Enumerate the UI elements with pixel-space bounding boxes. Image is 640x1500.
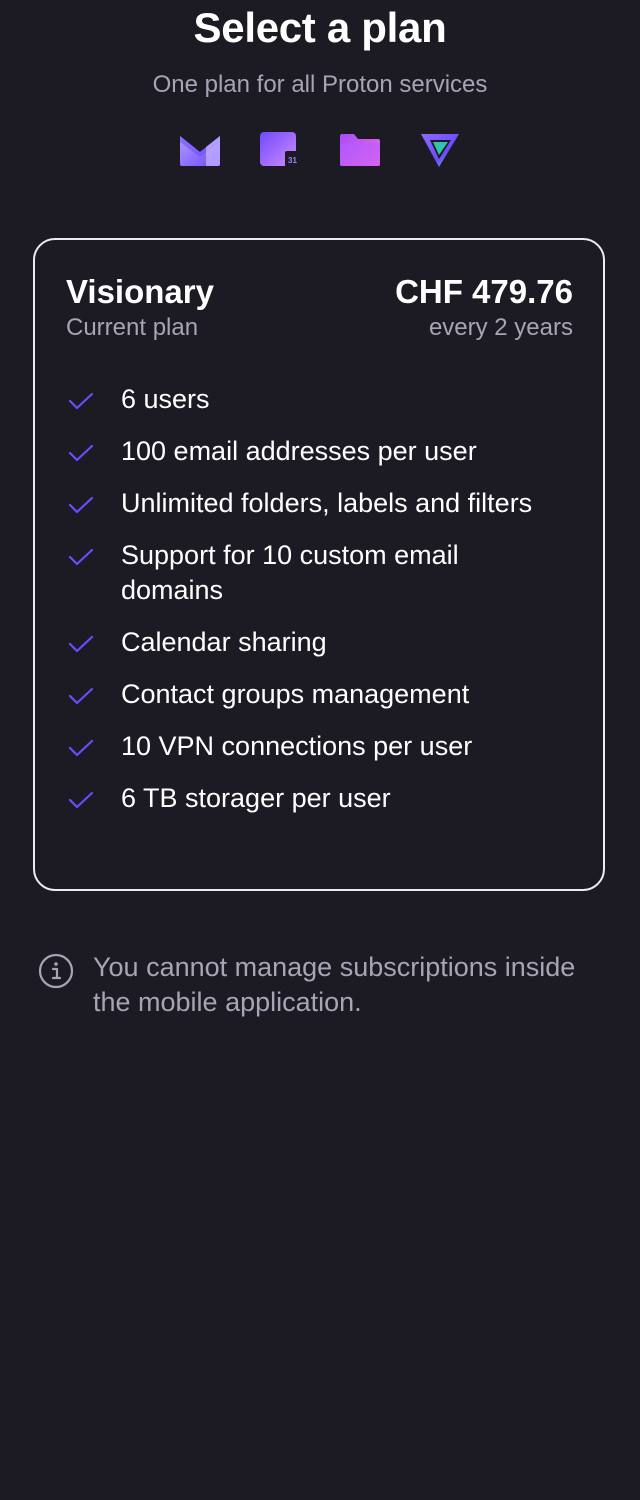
feature-list: 6 users 100 email addresses per user Unl…	[35, 382, 603, 833]
check-icon	[68, 791, 94, 809]
feature-label: Contact groups management	[121, 679, 470, 709]
feature-label: 10 VPN connections per user	[121, 731, 473, 761]
feature-item: Unlimited folders, labels and filters	[35, 486, 603, 521]
feature-label: 6 users	[121, 384, 210, 414]
feature-item: Support for 10 custom email domains	[35, 538, 603, 608]
feature-label: Support for 10 custom email domains	[121, 540, 459, 605]
plan-card[interactable]: Visionary Current plan CHF 479.76 every …	[33, 238, 605, 891]
feature-item: 6 TB storager per user	[35, 781, 603, 816]
feature-label: Calendar sharing	[121, 627, 327, 657]
check-icon	[68, 687, 94, 705]
proton-drive-icon	[340, 134, 380, 166]
check-icon	[68, 635, 94, 653]
plan-period: every 2 years	[428, 314, 573, 341]
calendar-icon-day: 31	[288, 156, 297, 165]
check-icon	[68, 496, 94, 514]
check-icon	[68, 444, 94, 462]
feature-item: 10 VPN connections per user	[35, 729, 603, 764]
feature-item: Calendar sharing	[35, 625, 603, 660]
notice-text: You cannot manage subscriptions inside t…	[93, 952, 576, 1017]
feature-label: 100 email addresses per user	[121, 436, 477, 466]
proton-calendar-icon: 31	[260, 132, 300, 167]
page-subtitle: One plan for all Proton services	[152, 71, 488, 98]
product-icons: 31	[0, 130, 640, 170]
plan-status: Current plan	[66, 314, 199, 341]
feature-item: Contact groups management	[35, 677, 603, 712]
feature-item: 100 email addresses per user	[35, 434, 603, 469]
check-icon	[68, 548, 94, 566]
proton-mail-icon	[180, 136, 220, 166]
info-icon	[38, 953, 74, 989]
feature-item: 6 users	[35, 382, 603, 417]
check-icon	[68, 392, 94, 410]
plan-price: CHF 479.76	[395, 273, 573, 310]
plan-name: Visionary	[66, 273, 214, 310]
page-title: Select a plan	[193, 4, 447, 51]
feature-label: Unlimited folders, labels and filters	[121, 488, 533, 518]
check-icon	[68, 739, 94, 757]
proton-vpn-icon	[421, 134, 459, 167]
feature-label: 6 TB storager per user	[121, 783, 391, 813]
